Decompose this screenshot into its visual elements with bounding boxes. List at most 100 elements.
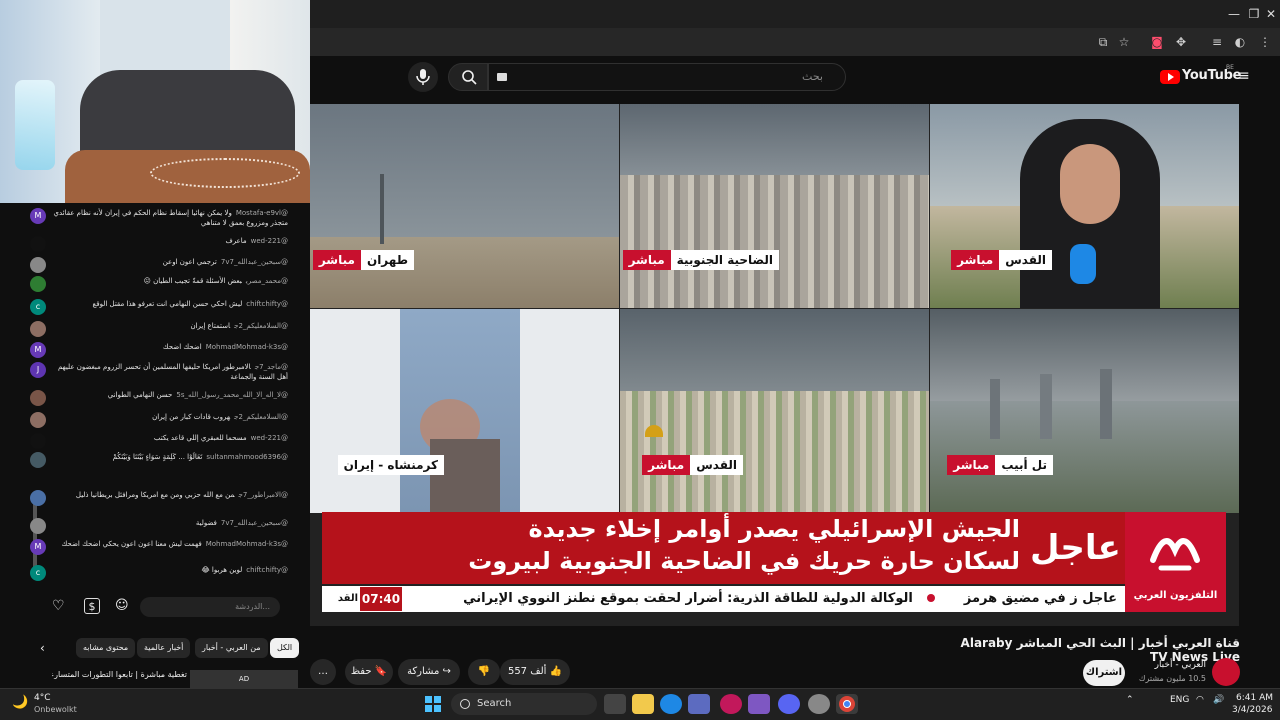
next-video-title[interactable]: تغطية مباشرة | تابعوا التطورات المتسارعة… <box>52 670 187 679</box>
chat-avatar[interactable]: M <box>30 208 46 224</box>
chat-message: M @Mostafa-e9vlولا يمكن نهائيا إسقاط نظام… <box>30 208 288 228</box>
chat-avatar[interactable] <box>30 257 46 273</box>
chat-avatar[interactable]: c <box>30 565 46 581</box>
chat-message-body: @chiftchiftyليش احكي حسن النهامي انت تعر… <box>52 299 288 309</box>
volume-icon[interactable]: 🔊 <box>1213 695 1224 705</box>
youtube-logo[interactable]: YouTube BE <box>1160 64 1241 86</box>
chevron-left-icon[interactable]: ‹ <box>40 640 52 656</box>
chat-author[interactable]: @wed-221 <box>251 237 288 245</box>
thumbs-up-icon: 👍 <box>549 666 563 677</box>
search-button[interactable] <box>448 63 488 91</box>
profile-icon[interactable]: ◐ <box>1231 33 1249 51</box>
chat-author[interactable]: @الامبراطور_7ج <box>239 491 288 499</box>
chat-avatar[interactable] <box>30 490 46 506</box>
puzzle-icon[interactable]: ✥ <box>1172 33 1190 51</box>
language-indicator[interactable]: ENG <box>1170 695 1189 705</box>
menu-icon[interactable]: ⋮ <box>1256 33 1274 51</box>
thumbs-down-icon: 👎 <box>477 666 491 677</box>
media-player-icon[interactable] <box>748 694 770 714</box>
chat-avatar[interactable] <box>30 412 46 428</box>
taskbar-search[interactable]: Search <box>451 693 597 715</box>
minimize-button[interactable]: — <box>1223 4 1245 24</box>
chip-all[interactable]: الكل <box>270 638 300 658</box>
chat-avatar[interactable] <box>30 276 46 292</box>
clock-time[interactable]: 6:41 AM <box>1236 693 1273 703</box>
chip-world-news[interactable]: أخبار عالمية <box>137 638 191 658</box>
cast-icon[interactable]: ⧉ <box>1094 33 1112 51</box>
chat-text: ماعرف <box>225 237 247 245</box>
channel-avatar[interactable] <box>1212 658 1240 686</box>
tray-chevron-icon[interactable]: ⌃ <box>1126 695 1134 705</box>
chat-text: مسحما للعبقري إللي قاعد يكتب <box>153 434 247 442</box>
chat-avatar[interactable] <box>30 321 46 337</box>
task-view-icon[interactable] <box>604 694 626 714</box>
chat-message: @sultanmahmood6396تَعَالَوْا ... كَلِمَة… <box>30 452 288 468</box>
chrome-icon[interactable] <box>836 694 858 714</box>
chip-from-channel[interactable]: من العربي - أخبار <box>195 638 268 658</box>
weather-temp[interactable]: 4°C <box>34 693 51 703</box>
chat-author[interactable]: @ماجد_7ج <box>255 363 288 371</box>
chat-avatar[interactable] <box>30 390 46 406</box>
chat-author[interactable]: @Mostafa-e9vl <box>236 209 288 217</box>
chat-avatar[interactable] <box>30 518 46 534</box>
chat-text: الامبرطور امريكا حليفها المسلمين أن تحسر… <box>58 363 288 381</box>
keyboard-icon[interactable] <box>497 73 507 81</box>
chat-message-body: @سبحين_عبدالله_7v7 ترجمي اعون اوعن <box>52 257 288 267</box>
chat-message-body: @chiftchiftyلوين هربوا 😂 <box>52 565 289 575</box>
chat-author[interactable]: @MohmadMohmad-k3s <box>206 540 288 548</box>
video-tile-jerusalem-old-city: القدس مباشر <box>620 309 929 513</box>
super-chat-icon[interactable]: $ <box>84 598 100 614</box>
next-video-thumbnail[interactable]: AD <box>190 670 298 688</box>
heart-icon[interactable]: ♡ <box>52 598 68 614</box>
star-icon[interactable]: ☆ <box>1115 33 1133 51</box>
chat-author[interactable]: @سبحين_عبدالله_7v7 <box>221 519 288 527</box>
mic-button[interactable] <box>408 62 438 92</box>
extension-icon[interactable]: ◙ <box>1148 33 1166 51</box>
opera-icon[interactable] <box>720 694 742 714</box>
discord-icon[interactable] <box>778 694 800 714</box>
subscribe-button[interactable]: اشتراك <box>1083 660 1125 686</box>
share-button[interactable]: مشاركة ↪ <box>398 659 460 685</box>
chat-avatar[interactable] <box>30 452 46 468</box>
browser-toolbar <box>310 28 1280 56</box>
chat-avatar[interactable] <box>30 236 46 252</box>
list-icon[interactable]: ≡ <box>1208 33 1226 51</box>
steam-icon[interactable] <box>808 694 830 714</box>
search-input[interactable]: بحث <box>488 63 846 91</box>
search-icon <box>462 70 477 85</box>
more-actions-button[interactable]: … <box>310 659 336 685</box>
wifi-icon[interactable]: ◠ <box>1196 695 1204 705</box>
close-window-button[interactable]: ✕ <box>1260 4 1280 24</box>
chat-text: اضحك اضحك <box>162 343 202 351</box>
chat-author[interactable]: @MohmadMohmad-k3s <box>206 343 288 351</box>
chat-author[interactable]: @sultanmahmood6396 <box>206 453 288 461</box>
emoji-icon[interactable]: ☺ <box>115 598 131 614</box>
weather-text[interactable]: Onbewolkt <box>34 705 77 714</box>
chat-input[interactable]: الدردشة... <box>140 597 280 617</box>
chip-related[interactable]: محتوى مشابه <box>76 638 136 658</box>
clock-date[interactable]: 3/4/2026 <box>1232 705 1272 715</box>
store-icon[interactable] <box>688 694 710 714</box>
chat-author[interactable]: @chiftchifty <box>246 300 288 308</box>
chat-author[interactable]: @سبحين_عبدالله_7v7 <box>221 258 288 266</box>
chat-avatar[interactable]: M <box>30 342 46 358</box>
windows-start-icon[interactable] <box>424 695 442 713</box>
dislike-button[interactable]: 👎 <box>468 659 500 685</box>
chat-author[interactable]: @السلامعليكم_2ج <box>234 322 288 330</box>
chat-avatar[interactable] <box>30 433 46 449</box>
chat-author[interactable]: @لا_اله_الا_الله_محمد_رسول_الله_5s <box>176 391 288 399</box>
chat-avatar[interactable]: J <box>30 362 46 378</box>
chat-avatar[interactable]: M <box>30 539 46 555</box>
chat-author[interactable]: @السلامعليكم_2ج <box>234 413 288 421</box>
chat-message-body: @محمد_مصري بعض الأسئلة قمةً تجيب الطيان 😖 <box>52 276 288 286</box>
chat-avatar[interactable]: c <box>30 299 46 315</box>
chat-author[interactable]: @محمد_مصري <box>246 277 288 285</box>
chat-author[interactable]: @wed-221 <box>251 434 288 442</box>
save-button[interactable]: حفظ 🔖 <box>345 659 393 685</box>
chat-author[interactable]: @chiftchifty <box>246 566 288 574</box>
file-explorer-icon[interactable] <box>632 694 654 714</box>
edge-icon[interactable] <box>660 694 682 714</box>
hamburger-menu-icon[interactable]: ≡ <box>1238 69 1252 83</box>
like-button[interactable]: 557 ألف 👍 <box>500 659 570 685</box>
moon-weather-icon[interactable]: 🌙 <box>12 695 28 711</box>
